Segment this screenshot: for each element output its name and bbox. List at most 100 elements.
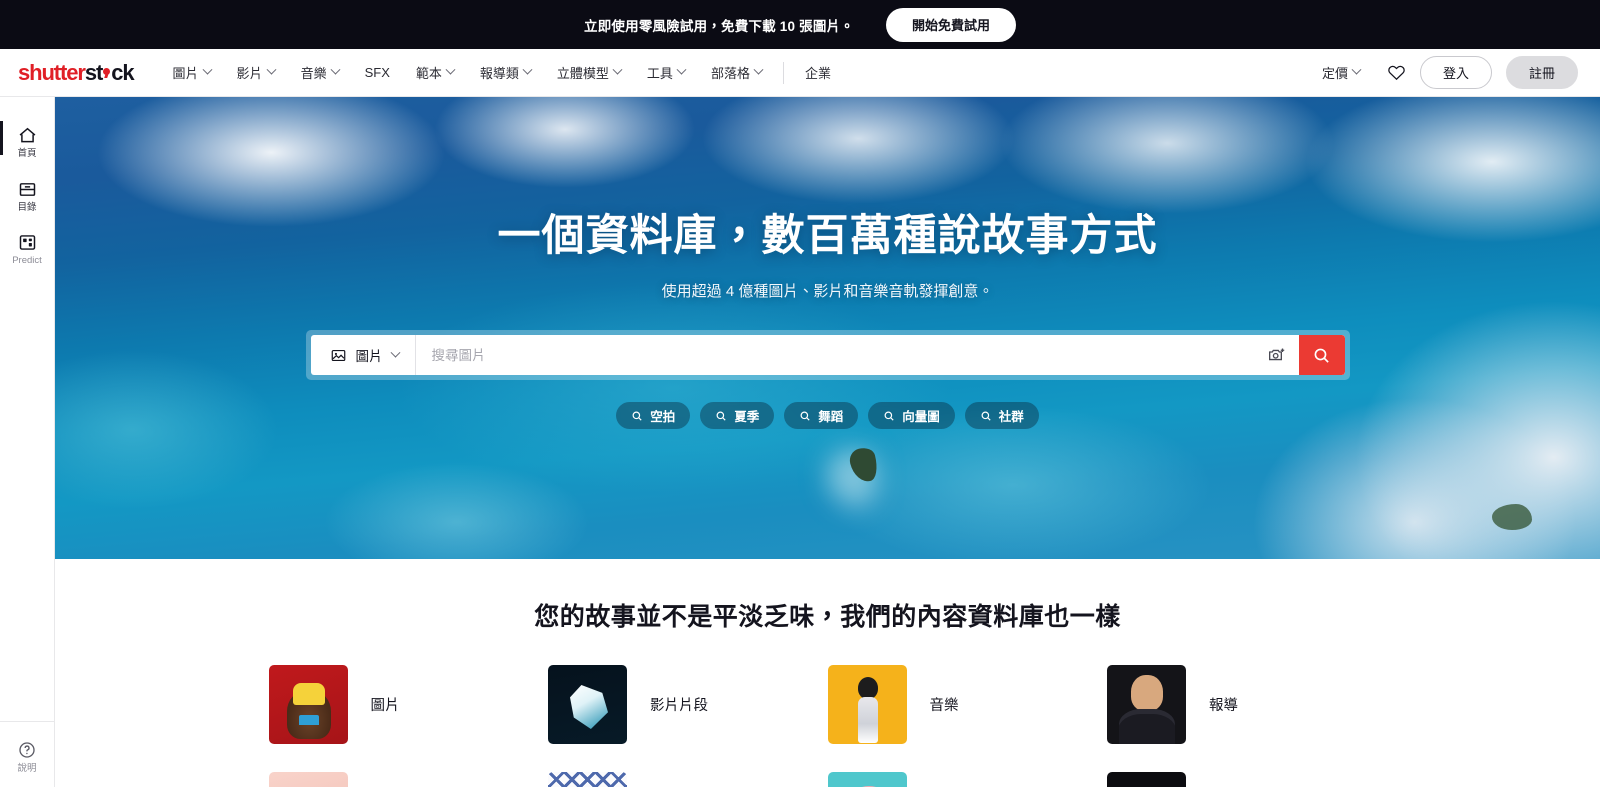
nav-item-3[interactable]: SFX — [352, 59, 403, 86]
chip-label: 社群 — [998, 410, 1024, 424]
page-layout: 首頁 目錄 Predict 說明 一個資料庫，數百萬種說故事方式 使用超過 4 … — [0, 97, 1600, 787]
search-type-dropdown[interactable]: 圖片 — [311, 335, 416, 375]
nav-label: 部落格 — [710, 66, 750, 81]
chip-label: 舞蹈 — [818, 410, 844, 424]
signup-button[interactable]: 註冊 — [1505, 56, 1578, 89]
nav-label: 工具 — [646, 66, 673, 81]
header-actions: 定價 登入 註冊 — [1309, 56, 1578, 89]
nav-divider — [782, 61, 784, 84]
category-label: 報導 — [1209, 698, 1238, 714]
category-thumbnail — [268, 772, 348, 787]
category-thumbnail — [268, 665, 348, 744]
sidebar-label-home: 首頁 — [17, 148, 37, 159]
search-icon — [632, 411, 642, 421]
main-content: 一個資料庫，數百萬種說故事方式 使用超過 4 億種圖片、影片和音樂音軌發揮創意。… — [55, 97, 1600, 787]
categories-section: 您的故事並不是平淡乏味，我們的內容資料庫也一樣 圖片 影片片段 音樂 報導 — [55, 559, 1600, 787]
catalog-icon — [19, 182, 35, 196]
chip-1[interactable]: 夏季 — [700, 402, 775, 429]
nav-label: 圖片 — [172, 66, 199, 81]
search-icon — [884, 411, 894, 421]
search-bar: 圖片 — [310, 335, 1345, 375]
heart-icon[interactable] — [1387, 63, 1406, 82]
search-icon — [981, 411, 991, 421]
hero-content: 一個資料庫，數百萬種說故事方式 使用超過 4 億種圖片、影片和音樂音軌發揮創意。… — [55, 97, 1600, 429]
chip-0[interactable]: 空拍 — [616, 402, 691, 429]
chevron-down-icon — [330, 64, 341, 75]
visual-search-button[interactable] — [1255, 335, 1299, 375]
sidebar-label-help: 說明 — [17, 762, 37, 774]
sidebar-item-help[interactable]: 說明 — [0, 720, 55, 788]
chevron-down-icon — [1351, 64, 1362, 75]
sidebar-item-home[interactable]: 首頁 — [0, 115, 55, 169]
chip-4[interactable]: 社群 — [964, 402, 1039, 429]
category-card-4[interactable]: 插圖 — [268, 772, 549, 787]
nav-label: SFX — [364, 65, 390, 80]
sidebar-label-predict: Predict — [12, 255, 42, 266]
chevron-down-icon — [390, 347, 400, 358]
category-thumbnail — [827, 772, 907, 787]
nav-item-8[interactable]: 部落格 — [698, 57, 775, 88]
nav-item-5[interactable]: 報導類 — [467, 57, 544, 88]
category-card-5[interactable]: 向量圖 — [548, 772, 828, 787]
category-label: 圖片 — [370, 698, 400, 714]
category-card-0[interactable]: 圖片 — [268, 665, 549, 744]
nav-item-7[interactable]: 工具 — [634, 57, 698, 88]
search-submit-button[interactable] — [1298, 335, 1345, 375]
nav-item-1[interactable]: 影片 — [224, 57, 288, 88]
camera-plus-icon — [1268, 348, 1284, 361]
category-card-7[interactable]: 立體模型 — [1107, 772, 1387, 787]
nav-label: 企業 — [804, 66, 831, 81]
promo-text: 立即使用零風險試用，免費下載 10 張圖片。 — [584, 18, 854, 34]
search-input[interactable] — [415, 335, 1255, 375]
main-navigation: 圖片 影片 音樂 SFX 範本 報導類 立體模型 工具 部落格 企業 — [160, 57, 1309, 88]
chip-3[interactable]: 向量圖 — [868, 402, 955, 429]
category-label: 影片片段 — [650, 698, 708, 714]
login-button[interactable]: 登入 — [1419, 56, 1492, 89]
category-card-6[interactable]: 照片 — [827, 772, 1108, 787]
promo-banner: 立即使用零風險試用，免費下載 10 張圖片。 開始免費試用 — [0, 0, 1600, 49]
predict-grid-icon — [19, 235, 35, 250]
category-thumbnail — [548, 772, 627, 787]
chip-label: 向量圖 — [902, 410, 940, 424]
logo-part-black-1: st — [84, 59, 103, 85]
hero-subtitle: 使用超過 4 億種圖片、影片和音樂音軌發揮創意。 — [661, 283, 994, 300]
sidebar-item-predict[interactable]: Predict — [0, 222, 55, 276]
chevron-down-icon — [753, 64, 764, 75]
category-thumbnail — [827, 665, 907, 744]
pricing-menu[interactable]: 定價 — [1309, 57, 1373, 88]
nav-item-6[interactable]: 立體模型 — [544, 57, 634, 88]
left-sidebar: 首頁 目錄 Predict 說明 — [0, 97, 55, 787]
nav-label: 立體模型 — [556, 66, 609, 81]
category-thumbnail — [548, 665, 627, 744]
nav-item-4[interactable]: 範本 — [403, 57, 467, 88]
pricing-label: 定價 — [1321, 66, 1348, 81]
nav-item-0[interactable]: 圖片 — [160, 57, 224, 88]
hero-title: 一個資料庫，數百萬種說故事方式 — [497, 212, 1158, 260]
chevron-down-icon — [266, 64, 277, 75]
category-card-1[interactable]: 影片片段 — [548, 665, 828, 744]
chevron-down-icon — [202, 64, 212, 75]
nav-item-9[interactable]: 企業 — [792, 57, 844, 88]
nav-label: 範本 — [415, 66, 442, 81]
nav-label: 報導類 — [479, 66, 519, 81]
shutterstock-logo[interactable]: shutter st ck — [18, 59, 135, 85]
chevron-down-icon — [445, 64, 456, 75]
chip-2[interactable]: 舞蹈 — [784, 402, 859, 429]
start-free-trial-button[interactable]: 開始免費試用 — [885, 7, 1016, 42]
search-container: 圖片 — [305, 330, 1350, 380]
logo-part-black-2: ck — [111, 59, 134, 85]
category-card-3[interactable]: 報導 — [1107, 665, 1387, 744]
chip-label: 空拍 — [650, 410, 676, 424]
chevron-down-icon — [612, 64, 623, 75]
category-label: 音樂 — [929, 698, 959, 714]
logo-part-red: shutter — [18, 59, 86, 85]
sidebar-item-catalog[interactable]: 目錄 — [0, 169, 55, 223]
hero-section: 一個資料庫，數百萬種說故事方式 使用超過 4 億種圖片、影片和音樂音軌發揮創意。… — [55, 97, 1600, 559]
logo-comma-icon — [103, 67, 111, 75]
sidebar-label-catalog: 目錄 — [17, 201, 37, 213]
category-card-2[interactable]: 音樂 — [827, 665, 1108, 744]
suggested-searches: 空拍 夏季 舞蹈 向量圖 社群 — [616, 402, 1039, 429]
hero-island-shape-2 — [1491, 503, 1532, 530]
nav-label: 音樂 — [300, 66, 327, 81]
nav-item-2[interactable]: 音樂 — [288, 57, 352, 88]
